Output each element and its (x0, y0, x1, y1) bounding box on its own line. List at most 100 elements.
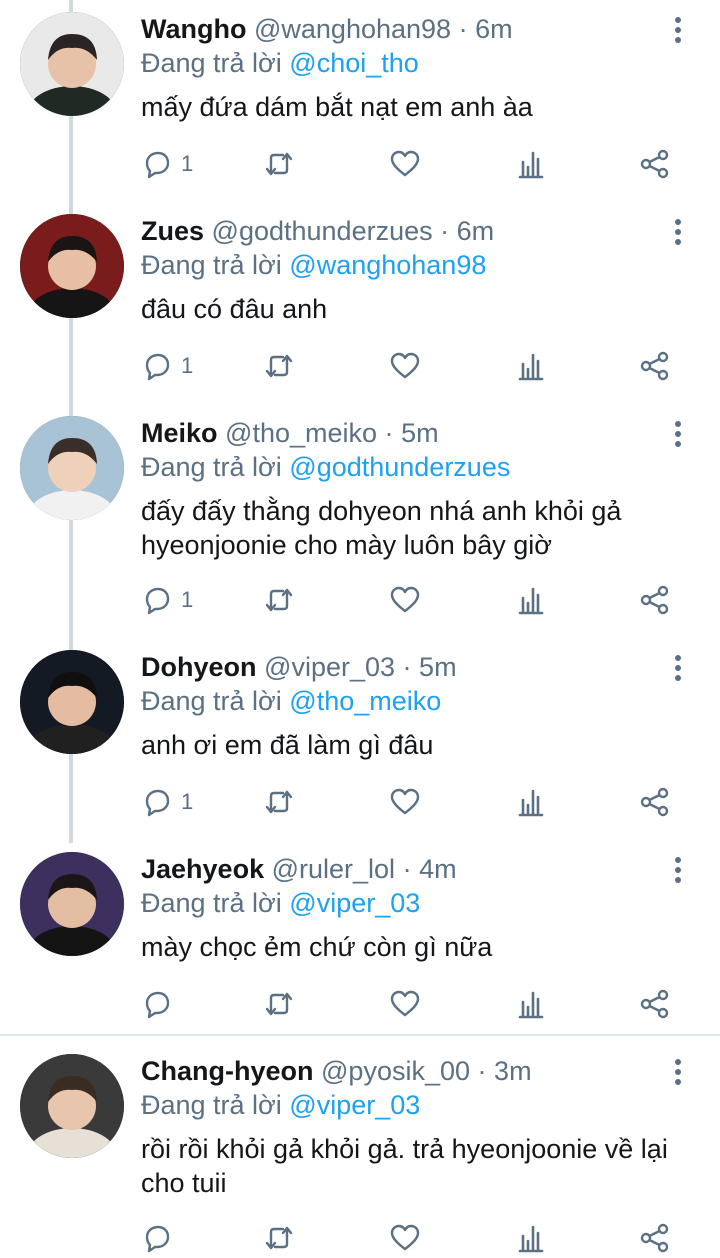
reply-button[interactable] (141, 984, 181, 1024)
reply-button[interactable] (141, 1218, 181, 1258)
user-handle[interactable]: @tho_meiko (225, 418, 377, 448)
tweet-text-line: đâu có đâu anh (141, 294, 328, 324)
mention-link[interactable]: @choi_tho (289, 48, 419, 78)
share-button[interactable] (639, 144, 671, 184)
share-button[interactable] (639, 1218, 671, 1258)
retweet-button[interactable] (263, 144, 295, 184)
mention-link[interactable]: @viper_03 (289, 888, 420, 918)
retweet-button[interactable] (263, 346, 295, 386)
analytics-button[interactable] (515, 144, 547, 184)
timestamp[interactable]: 6m (475, 14, 513, 44)
tweet[interactable]: Meiko @tho_meiko · 5m Đang trả lời @godt… (0, 404, 720, 638)
avatar[interactable] (20, 416, 124, 520)
reply-count: 1 (181, 151, 194, 176)
heart-icon (390, 788, 420, 815)
tweet-actions: 1 (141, 580, 701, 620)
tweet-actions: 1 (141, 782, 701, 822)
like-button[interactable] (389, 782, 421, 822)
tweet-header: Jaehyeok @ruler_lol · 4m (141, 852, 457, 886)
user-handle[interactable]: @pyosik_00 (321, 1056, 470, 1086)
share-icon (640, 1223, 669, 1253)
timestamp[interactable]: 6m (457, 216, 495, 246)
avatar[interactable] (20, 852, 124, 956)
avatar[interactable] (20, 1054, 124, 1158)
like-button[interactable] (389, 580, 421, 620)
analytics-button[interactable] (515, 346, 547, 386)
mention-link[interactable]: @viper_03 (289, 1090, 420, 1120)
reply-count: 1 (181, 353, 194, 378)
user-handle[interactable]: @viper_03 (264, 652, 395, 682)
retweet-button[interactable] (263, 1218, 295, 1258)
tweet[interactable]: Zues @godthunderzues · 6m Đang trả lời @… (0, 202, 720, 402)
dot-separator: · (402, 652, 412, 682)
timestamp[interactable]: 5m (401, 418, 439, 448)
tweet[interactable]: Chang-hyeon @pyosik_00 · 3m Đang trả lời… (0, 1042, 720, 1253)
heart-icon (390, 990, 420, 1017)
reply-button[interactable]: 1 (141, 346, 193, 386)
like-button[interactable] (389, 144, 421, 184)
more-icon[interactable] (662, 652, 694, 684)
tweet[interactable]: Jaehyeok @ruler_lol · 4m Đang trả lời @v… (0, 840, 720, 1034)
retweet-icon (265, 152, 293, 176)
display-name[interactable]: Dohyeon (141, 652, 257, 682)
retweet-icon (265, 354, 293, 378)
dot-separator: · (477, 1056, 487, 1086)
analytics-icon (518, 991, 544, 1019)
analytics-button[interactable] (515, 984, 547, 1024)
retweet-button[interactable] (263, 984, 295, 1024)
retweet-icon (265, 992, 293, 1016)
more-icon[interactable] (662, 1056, 694, 1088)
timestamp[interactable]: 4m (419, 854, 457, 884)
avatar[interactable] (20, 214, 124, 318)
analytics-button[interactable] (515, 1218, 547, 1258)
display-name[interactable]: Chang-hyeon (141, 1056, 314, 1086)
like-button[interactable] (389, 984, 421, 1024)
timestamp[interactable]: 3m (494, 1056, 532, 1086)
tweet-text-line: rồi rồi khỏi gả khỏi gả. trả hyeonjoonie… (141, 1134, 668, 1164)
timestamp[interactable]: 5m (419, 652, 457, 682)
display-name[interactable]: Wangho (141, 14, 246, 44)
avatar[interactable] (20, 650, 124, 754)
user-handle[interactable]: @wanghohan98 (254, 14, 451, 44)
tweet[interactable]: Wangho @wanghohan98 · 6m Đang trả lời @c… (0, 0, 720, 200)
reply-button[interactable]: 1 (141, 782, 193, 822)
retweet-icon (265, 588, 293, 612)
display-name[interactable]: Jaehyeok (141, 854, 264, 884)
like-button[interactable] (389, 1218, 421, 1258)
more-icon[interactable] (662, 216, 694, 248)
analytics-button[interactable] (515, 580, 547, 620)
mention-link[interactable]: @wanghohan98 (289, 250, 486, 280)
tweet-actions (141, 1218, 701, 1258)
share-button[interactable] (639, 984, 671, 1024)
reply-button[interactable]: 1 (141, 580, 193, 620)
share-button[interactable] (639, 346, 671, 386)
dot-separator: · (458, 14, 468, 44)
more-icon[interactable] (662, 418, 694, 450)
tweet-header: Zues @godthunderzues · 6m (141, 214, 494, 248)
display-name[interactable]: Zues (141, 216, 204, 246)
heart-icon (390, 150, 420, 177)
mention-link[interactable]: @godthunderzues (289, 452, 510, 482)
dot-separator: · (384, 418, 394, 448)
avatar[interactable] (20, 12, 124, 116)
share-button[interactable] (639, 580, 671, 620)
display-name[interactable]: Meiko (141, 418, 218, 448)
user-handle[interactable]: @ruler_lol (272, 854, 395, 884)
more-icon[interactable] (662, 14, 694, 46)
more-icon[interactable] (662, 854, 694, 886)
tweet[interactable]: Dohyeon @viper_03 · 5m Đang trả lời @tho… (0, 638, 720, 838)
share-button[interactable] (639, 782, 671, 822)
replying-to: Đang trả lời @choi_tho (141, 46, 419, 80)
tweet-text-line: hyeonjoonie cho mày luôn bây giờ (141, 530, 552, 560)
retweet-button[interactable] (263, 782, 295, 822)
user-handle[interactable]: @godthunderzues (212, 216, 433, 246)
replying-to: Đang trả lời @viper_03 (141, 886, 420, 920)
analytics-icon (518, 789, 544, 817)
reply-button[interactable]: 1 (141, 144, 193, 184)
analytics-button[interactable] (515, 782, 547, 822)
analytics-icon (518, 353, 544, 381)
like-button[interactable] (389, 346, 421, 386)
reply-icon (145, 353, 170, 381)
retweet-button[interactable] (263, 580, 295, 620)
mention-link[interactable]: @tho_meiko (289, 686, 441, 716)
